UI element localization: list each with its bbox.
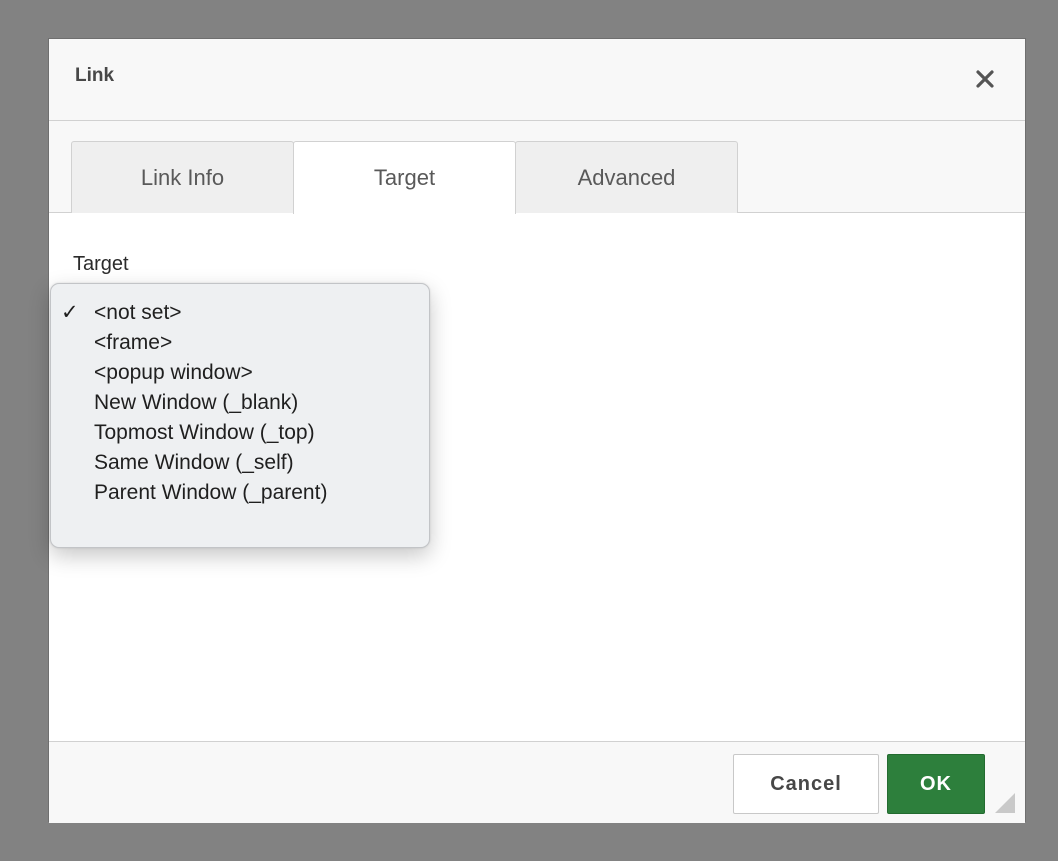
checkmark-icon: ✓ xyxy=(61,301,79,324)
close-button[interactable] xyxy=(971,65,999,93)
target-option-blank[interactable]: New Window (_blank) xyxy=(51,388,429,418)
close-icon xyxy=(976,70,994,88)
option-label: <not set> xyxy=(94,301,182,324)
tab-advanced[interactable]: Advanced xyxy=(515,141,738,213)
target-option-self[interactable]: Same Window (_self) xyxy=(51,448,429,478)
page-backdrop xyxy=(0,0,1058,14)
tab-link-info[interactable]: Link Info xyxy=(71,141,294,213)
link-dialog: Link Link Info Target Advanced Target ✓ … xyxy=(48,38,1026,823)
tab-target[interactable]: Target xyxy=(293,141,516,214)
option-label: <frame> xyxy=(94,331,173,354)
target-option-frame[interactable]: <frame> xyxy=(51,328,429,358)
resize-grip-icon[interactable] xyxy=(995,793,1015,813)
tab-panel-target: Target ✓ <not set> <frame> <popup window… xyxy=(49,213,1025,741)
dialog-titlebar: Link xyxy=(49,39,1025,121)
option-label: Topmost Window (_top) xyxy=(94,421,315,444)
target-option-parent[interactable]: Parent Window (_parent) xyxy=(51,478,429,508)
dialog-footer: Cancel OK xyxy=(49,741,1025,823)
ok-button[interactable]: OK xyxy=(887,754,985,814)
option-label: Same Window (_self) xyxy=(94,451,294,474)
target-select-dropdown[interactable]: ✓ <not set> <frame> <popup window> New W… xyxy=(50,283,430,548)
target-option-top[interactable]: Topmost Window (_top) xyxy=(51,418,429,448)
cancel-button[interactable]: Cancel xyxy=(733,754,879,814)
tab-bar: Link Info Target Advanced xyxy=(49,121,1025,214)
target-option-popup-window[interactable]: <popup window> xyxy=(51,358,429,388)
dialog-title: Link xyxy=(75,65,115,86)
target-option-not-set[interactable]: ✓ <not set> xyxy=(51,298,429,328)
option-label: Parent Window (_parent) xyxy=(94,481,328,504)
option-label: New Window (_blank) xyxy=(94,391,299,414)
target-field-label: Target xyxy=(73,253,129,275)
option-label: <popup window> xyxy=(94,361,253,384)
